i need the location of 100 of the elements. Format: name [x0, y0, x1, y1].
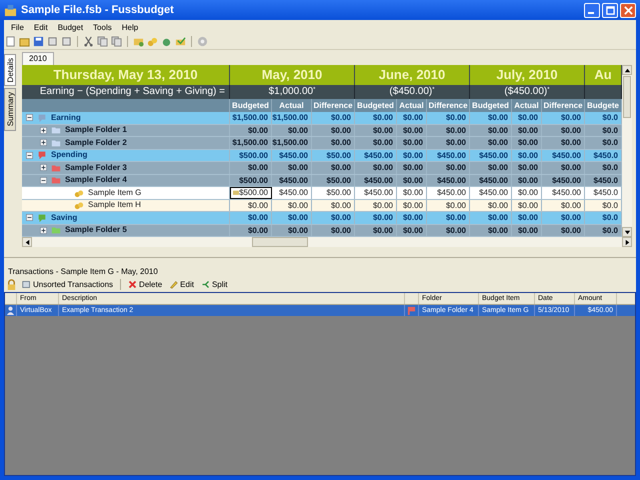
- unsorted-transactions-button[interactable]: Unsorted Transactions: [20, 280, 116, 289]
- table-cell: $0.00: [355, 162, 397, 174]
- table-cell: $50.00: [312, 187, 355, 198]
- open-folder-icon[interactable]: [19, 36, 30, 47]
- table-cell: $450.00: [542, 150, 585, 161]
- row-label[interactable]: Saving: [51, 212, 78, 224]
- horizontal-scrollbar[interactable]: [22, 237, 632, 247]
- save-icon[interactable]: [33, 36, 44, 47]
- table-cell: $450.00: [355, 174, 397, 186]
- table-cell: $0.00: [397, 112, 427, 124]
- table-cell: $0.00: [427, 112, 470, 124]
- table-cell: $0.00: [542, 200, 585, 211]
- table-cell: $0.00: [542, 224, 585, 236]
- expander-icon[interactable]: [40, 226, 47, 234]
- split-button[interactable]: Split: [198, 280, 230, 289]
- row-label[interactable]: Sample Folder 2: [65, 137, 127, 148]
- maximize-button[interactable]: [602, 2, 618, 18]
- row-label[interactable]: Sample Folder 3: [65, 162, 127, 174]
- table-cell: $0.00: [512, 137, 542, 148]
- table-cell: $0.00: [312, 124, 355, 136]
- table-cell: $0.00: [397, 162, 427, 174]
- table-cell: $0.00: [355, 224, 397, 236]
- row-label[interactable]: Earning: [51, 112, 81, 124]
- table-cell: $0.00: [397, 187, 427, 198]
- table-cell: $450.00: [542, 174, 585, 186]
- table-cell: $0.00: [230, 212, 272, 224]
- scroll-up-icon[interactable]: [624, 66, 630, 74]
- table-cell: $450.00: [272, 150, 312, 161]
- edit-button[interactable]: Edit: [167, 280, 196, 289]
- cut-icon[interactable]: [83, 36, 94, 47]
- table-cell: $0.00: [542, 137, 585, 148]
- table-cell: $0.00: [272, 124, 312, 136]
- menu-item[interactable]: Help: [116, 22, 144, 32]
- row-label[interactable]: Spending: [51, 150, 88, 161]
- menu-item[interactable]: Budget: [52, 22, 88, 32]
- paste-icon[interactable]: [111, 36, 122, 47]
- expander-icon[interactable]: [26, 214, 33, 222]
- app-icon: [4, 4, 17, 16]
- folder-icon: [233, 189, 240, 196]
- table-cell: $0.00: [427, 162, 470, 174]
- table-cell: $0.00: [272, 224, 312, 236]
- person-icon: [6, 306, 15, 315]
- table-cell: $0.00: [230, 200, 272, 211]
- expander-icon[interactable]: [26, 152, 33, 159]
- close-icon: [624, 6, 632, 14]
- minimize-button[interactable]: [584, 2, 600, 18]
- row-label[interactable]: Sample Folder 1: [65, 124, 127, 136]
- new-document-icon[interactable]: [5, 36, 16, 47]
- menu-item[interactable]: Tools: [88, 22, 117, 32]
- delete-button[interactable]: Delete: [126, 280, 164, 289]
- table-cell: $450.00: [427, 187, 470, 198]
- table-cell: $450.00: [470, 174, 512, 186]
- table-cell: $0.00: [512, 150, 542, 161]
- table-cell: $0.00: [397, 137, 427, 148]
- table-cell: $0.00: [312, 212, 355, 224]
- table-cell: $0.00: [512, 187, 542, 198]
- table-cell: $0.00: [397, 212, 427, 224]
- table-cell: $0.00: [272, 212, 312, 224]
- row-label[interactable]: Sample Folder 4: [65, 174, 127, 186]
- side-tab[interactable]: Summary: [4, 88, 16, 131]
- table-cell: $0.00: [272, 162, 312, 174]
- add-folder-icon[interactable]: [133, 36, 144, 47]
- table-cell: $0.00: [512, 224, 542, 236]
- table-cell: $500.00: [230, 150, 272, 161]
- table-cell: $500.00: [230, 174, 272, 186]
- table-cell: $0.00: [470, 137, 512, 148]
- expander-icon[interactable]: [40, 176, 47, 184]
- table-cell: $0.00: [542, 112, 585, 124]
- panel-title: Transactions - Sample Item G - May, 2010: [7, 266, 159, 277]
- table-cell: $0.00: [312, 200, 355, 211]
- menu-item[interactable]: Edit: [28, 22, 53, 32]
- vertical-scrollbar[interactable]: [622, 65, 632, 237]
- table-cell: $0.00: [427, 212, 470, 224]
- row-label[interactable]: Sample Item H: [88, 200, 141, 211]
- copy-icon[interactable]: [97, 36, 108, 47]
- checkmark-icon[interactable]: [175, 36, 186, 47]
- table-cell: $450.00: [470, 187, 512, 198]
- lock-icon[interactable]: [6, 279, 17, 290]
- year-tab[interactable]: 2010: [22, 52, 54, 65]
- scroll-thumb[interactable]: [623, 76, 631, 118]
- table-cell: $450.00: [272, 187, 312, 198]
- scroll-thumb[interactable]: [252, 237, 308, 247]
- table-cell: $0.00: [355, 212, 397, 224]
- table-cell: $0.00: [470, 212, 512, 224]
- table-cell: $0.00: [272, 200, 312, 211]
- coins-icon: [74, 188, 84, 198]
- expander-icon[interactable]: [40, 126, 47, 134]
- table-cell: $0.00: [312, 224, 355, 236]
- side-tab[interactable]: Details: [4, 54, 16, 86]
- table-cell: $0.00: [397, 224, 427, 236]
- close-button[interactable]: [620, 2, 636, 18]
- expander-icon[interactable]: [26, 114, 33, 122]
- delete-icon: [128, 280, 138, 289]
- menu-item[interactable]: File: [6, 22, 29, 32]
- row-label[interactable]: Sample Folder 5: [65, 224, 127, 236]
- expander-icon[interactable]: [40, 164, 47, 172]
- expander-icon[interactable]: [40, 139, 47, 146]
- pencil-icon: [169, 280, 178, 289]
- table-cell: $0.00: [230, 162, 272, 174]
- row-label[interactable]: Sample Item G: [88, 187, 142, 198]
